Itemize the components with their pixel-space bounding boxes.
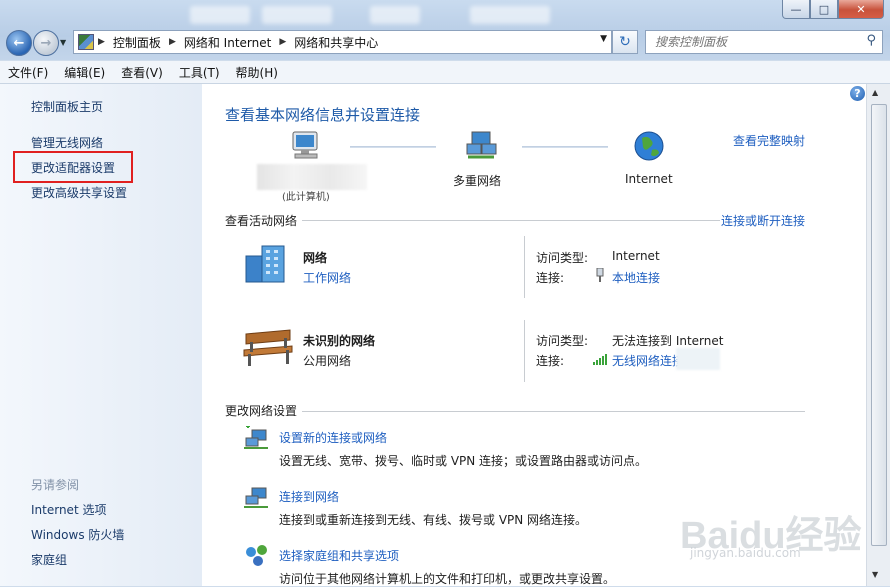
windows-firewall-link[interactable]: Windows 防火墙 (31, 526, 124, 543)
connect-to-network-link[interactable]: 连接到网络 (279, 488, 339, 505)
multiple-networks-icon (466, 131, 497, 159)
chevron-right-icon: ▶ (98, 37, 105, 47)
unidentified-network-bench-icon (243, 329, 293, 366)
internet-globe-icon (634, 131, 664, 161)
menu-file[interactable]: 文件(F) (0, 64, 56, 81)
network2-type: 公用网络 (303, 354, 352, 368)
address-bar[interactable]: ▶ 控制面板 ▶ 网络和 Internet ▶ 网络和共享中心 ▼ (73, 30, 612, 54)
chevron-right-icon: ▶ (279, 37, 287, 47)
new-connection-icon (244, 426, 268, 449)
control-panel-icon (78, 34, 94, 50)
homegroup-sharing-link[interactable]: 选择家庭组和共享选项 (279, 547, 399, 564)
computer-label: (此计算机) (282, 192, 330, 203)
blurred-tab (190, 6, 250, 24)
back-button[interactable]: ← (6, 30, 32, 56)
homegroup-link[interactable]: 家庭组 (31, 551, 67, 568)
scroll-down-icon[interactable]: ▼ (872, 570, 878, 579)
change-settings-heading: 更改网络设置 (225, 404, 298, 418)
breadcrumb-network-internet[interactable]: 网络和 Internet (184, 34, 271, 51)
column-divider (524, 236, 525, 298)
active-networks-heading: 查看活动网络 (225, 214, 298, 228)
column-divider (524, 320, 525, 382)
wireless-connection-link[interactable]: 无线网络连接 (612, 352, 684, 369)
change-advanced-sharing-link[interactable]: 更改高级共享设置 (31, 184, 127, 201)
page-title: 查看基本网络信息并设置连接 (225, 106, 421, 124)
network2-access-label: 访问类型: (536, 334, 589, 348)
section-divider (302, 220, 720, 221)
blurred-ssid (676, 348, 720, 370)
homegroup-sharing-desc: 访问位于其他网络计算机上的文件和打印机，或更改共享设置。 (279, 572, 616, 586)
map-connector (522, 146, 608, 148)
menu-bar: 文件(F) 编辑(E) 查看(V) 工具(T) 帮助(H) (0, 61, 890, 84)
connect-to-network-icon (244, 487, 268, 508)
menu-edit[interactable]: 编辑(E) (56, 64, 113, 81)
watermark-sub: jingyan.baidu.com (690, 546, 801, 560)
network1-name: 网络 (303, 251, 328, 265)
map-internet-label: Internet (625, 172, 673, 186)
section-divider (302, 411, 805, 412)
work-network-building-icon (245, 245, 285, 283)
main-content: 查看基本网络信息并设置连接 查看完整映射 (此计算机) 多重网络 Interne… (202, 84, 866, 586)
search-icon[interactable]: ⚲ (866, 33, 876, 48)
search-box[interactable]: ⚲ (645, 30, 883, 54)
network1-connection-label: 连接: (536, 271, 565, 285)
network1-type-link[interactable]: 工作网络 (303, 269, 351, 286)
network1-access-value: Internet (612, 249, 660, 263)
network2-access-value: 无法连接到 Internet (612, 334, 724, 348)
close-button[interactable]: ✕ (838, 0, 884, 19)
blurred-tab (470, 6, 550, 24)
breadcrumb-control-panel[interactable]: 控制面板 (113, 34, 161, 51)
network2-connection-label: 连接: (536, 354, 565, 368)
setup-new-connection-link[interactable]: 设置新的连接或网络 (279, 429, 387, 446)
highlight-box (13, 151, 133, 183)
connect-disconnect-link[interactable]: 连接或断开连接 (721, 212, 805, 229)
menu-view[interactable]: 查看(V) (113, 64, 171, 81)
menu-tools[interactable]: 工具(T) (171, 64, 228, 81)
wifi-signal-icon (593, 354, 607, 365)
blurred-tab (262, 6, 332, 24)
recent-pages-dropdown[interactable]: ▼ (60, 38, 66, 47)
forward-button[interactable]: → (33, 30, 59, 56)
help-icon[interactable]: ? (850, 86, 865, 101)
computer-icon (292, 131, 318, 159)
window-controls: — □ ✕ (782, 0, 884, 19)
network2-name: 未识别的网络 (303, 334, 376, 348)
ethernet-icon (596, 268, 604, 282)
maximize-button[interactable]: □ (810, 0, 838, 19)
network1-access-label: 访问类型: (536, 251, 589, 265)
see-also-heading: 另请参阅 (31, 478, 80, 492)
scroll-thumb[interactable] (871, 104, 887, 546)
map-middle-label: 多重网络 (453, 174, 502, 188)
address-dropdown-icon[interactable]: ▼ (600, 34, 607, 44)
blurred-computer-name (257, 164, 367, 190)
local-connection-link[interactable]: 本地连接 (612, 269, 660, 286)
internet-options-link[interactable]: Internet 选项 (31, 501, 106, 518)
view-full-map-link[interactable]: 查看完整映射 (733, 132, 805, 149)
map-connector (350, 146, 436, 148)
manage-wireless-networks-link[interactable]: 管理无线网络 (31, 134, 103, 151)
blurred-tab (370, 6, 420, 24)
setup-new-connection-desc: 设置无线、宽带、拨号、临时或 VPN 连接；或设置路由器或访问点。 (279, 454, 648, 468)
minimize-button[interactable]: — (782, 0, 810, 19)
menu-help[interactable]: 帮助(H) (228, 64, 286, 81)
homegroup-icon (246, 545, 267, 566)
chevron-right-icon: ▶ (168, 37, 176, 47)
connect-to-network-desc: 连接到或重新连接到无线、有线、拨号或 VPN 网络连接。 (279, 513, 588, 527)
search-input[interactable] (653, 31, 857, 53)
refresh-button[interactable]: ↻ (612, 30, 638, 54)
breadcrumb-network-sharing-center[interactable]: 网络和共享中心 (294, 34, 378, 51)
vertical-scrollbar[interactable]: ▲ ▼ (866, 84, 890, 586)
control-panel-home-link[interactable]: 控制面板主页 (31, 98, 103, 115)
scroll-up-icon[interactable]: ▲ (872, 88, 878, 97)
